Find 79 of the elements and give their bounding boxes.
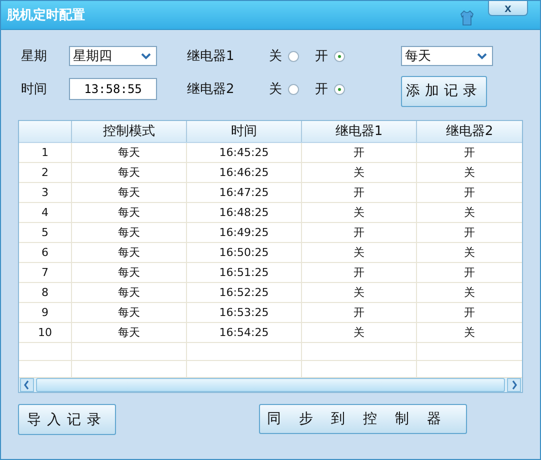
- table-cell: 开: [416, 143, 522, 162]
- radio-button[interactable]: [288, 50, 299, 62]
- table-cell: 开: [301, 143, 416, 162]
- table-cell: 16:45:25: [186, 143, 301, 162]
- radio-button[interactable]: [334, 84, 345, 94]
- mode-dropdown[interactable]: 每天: [401, 46, 493, 66]
- scroll-left-icon[interactable]: [20, 378, 34, 392]
- table-cell: 开: [416, 303, 522, 322]
- table-cell: 开: [416, 263, 522, 282]
- add-record-button[interactable]: 添加记录: [401, 76, 487, 106]
- table-cell: 16:48:25: [186, 203, 301, 222]
- table-cell-text: 8: [40, 285, 50, 301]
- table-cell-text: 5: [40, 225, 50, 241]
- relay-label: 继电器1: [187, 48, 236, 65]
- radio-button[interactable]: [288, 84, 299, 94]
- table-cell: 开: [416, 183, 522, 202]
- table-cell: 关: [301, 323, 416, 342]
- table-cell-text: 2: [40, 165, 50, 181]
- time-label: 时间: [21, 81, 48, 98]
- table-cell: 关: [416, 283, 522, 302]
- table-cell: 16:52:25: [186, 283, 301, 302]
- column-header: 控制模式: [71, 121, 186, 142]
- radio-option[interactable]: 开: [315, 47, 345, 65]
- table-cell: 开: [416, 223, 522, 242]
- table-cell: 关: [416, 243, 522, 262]
- table-cell: 关: [301, 243, 416, 262]
- table-cell: 16:54:25: [186, 323, 301, 342]
- table-cell: 16:50:25: [186, 243, 301, 262]
- table-cell: 16:46:25: [186, 163, 301, 182]
- time-field[interactable]: 13:58:55: [69, 78, 157, 100]
- table-cell: 关: [416, 163, 522, 182]
- weekday-label: 星期: [21, 48, 48, 65]
- table-cell: 每天: [71, 203, 186, 222]
- table-cell: 关: [301, 203, 416, 222]
- table-cell: 每天: [71, 183, 186, 202]
- table-cell-text: 7: [40, 265, 50, 281]
- table-cell-text: 9: [40, 305, 50, 321]
- radio-option[interactable]: 关: [269, 80, 299, 98]
- table-cell: 关: [416, 203, 522, 222]
- table-cell: 关: [416, 323, 522, 342]
- table-cell: 每天: [71, 303, 186, 322]
- table-cell: 16:53:25: [186, 303, 301, 322]
- table-cell-text: 10: [37, 325, 53, 341]
- table-cell: 开: [301, 303, 416, 322]
- shirt-icon[interactable]: [460, 10, 474, 26]
- column-header: 继电器1: [301, 121, 416, 142]
- radio-button[interactable]: [334, 50, 345, 62]
- table-cell: 每天: [71, 243, 186, 262]
- radio-option[interactable]: 关: [269, 47, 299, 65]
- table-cell: 开: [301, 263, 416, 282]
- table-cell: 关: [301, 163, 416, 182]
- table-cell: 开: [301, 183, 416, 202]
- table-cell: 16:47:25: [186, 183, 301, 202]
- table-cell: 关: [301, 283, 416, 302]
- sync-button[interactable]: 同步到控制器: [259, 404, 467, 434]
- table-cell: 每天: [71, 323, 186, 342]
- table-cell: 每天: [71, 163, 186, 182]
- scroll-right-icon[interactable]: [507, 378, 521, 392]
- table-cell-text: 4: [40, 205, 50, 221]
- close-button[interactable]: x: [488, 1, 528, 16]
- radio-option[interactable]: 开: [315, 80, 345, 98]
- table-cell: 每天: [71, 283, 186, 302]
- table-cell: 每天: [71, 263, 186, 282]
- chevron-down-icon: [141, 52, 151, 60]
- chevron-down-icon: [477, 52, 487, 60]
- weekday-dropdown[interactable]: 星期四: [69, 46, 157, 66]
- column-header: 继电器2: [416, 121, 522, 142]
- window-title: 脱机定时配置: [7, 6, 86, 24]
- table-cell: 每天: [71, 223, 186, 242]
- table-cell: 16:49:25: [186, 223, 301, 242]
- table-cell-text: 3: [40, 185, 50, 201]
- table-cell: 开: [301, 223, 416, 242]
- table-cell: 每天: [71, 143, 186, 162]
- table-cell-text: 1: [40, 145, 50, 161]
- import-records-button[interactable]: 导入记录: [18, 404, 116, 435]
- table-cell-text: 6: [40, 245, 50, 261]
- relay-label: 继电器2: [187, 81, 236, 98]
- table-cell: 16:51:25: [186, 263, 301, 282]
- column-header: 时间: [186, 121, 301, 142]
